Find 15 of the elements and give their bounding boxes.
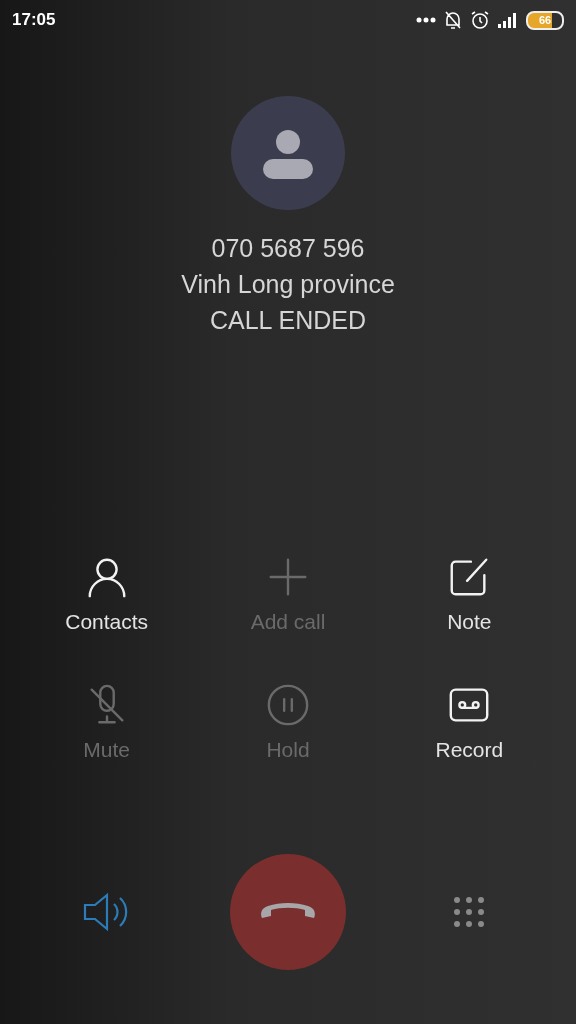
alarm-clock-icon xyxy=(470,10,490,30)
battery-level: 66 xyxy=(526,10,564,30)
call-action-button[interactable]: Record xyxy=(427,678,512,766)
call-action-button[interactable]: Note xyxy=(438,550,501,638)
muted-bell-icon xyxy=(444,10,462,30)
signal-icon xyxy=(498,12,518,28)
more-dots-icon xyxy=(416,17,436,23)
dialpad-button[interactable] xyxy=(453,896,486,928)
dialpad-icon xyxy=(453,896,486,928)
call-status: CALL ENDED xyxy=(209,305,367,336)
pause-icon xyxy=(265,682,311,728)
clock-time: 17:05 xyxy=(12,10,56,30)
caller-location: Vinh Long province xyxy=(181,269,395,300)
phone-number: 070 5687 596 xyxy=(211,233,365,264)
call-action-button[interactable]: Contacts xyxy=(57,550,157,638)
